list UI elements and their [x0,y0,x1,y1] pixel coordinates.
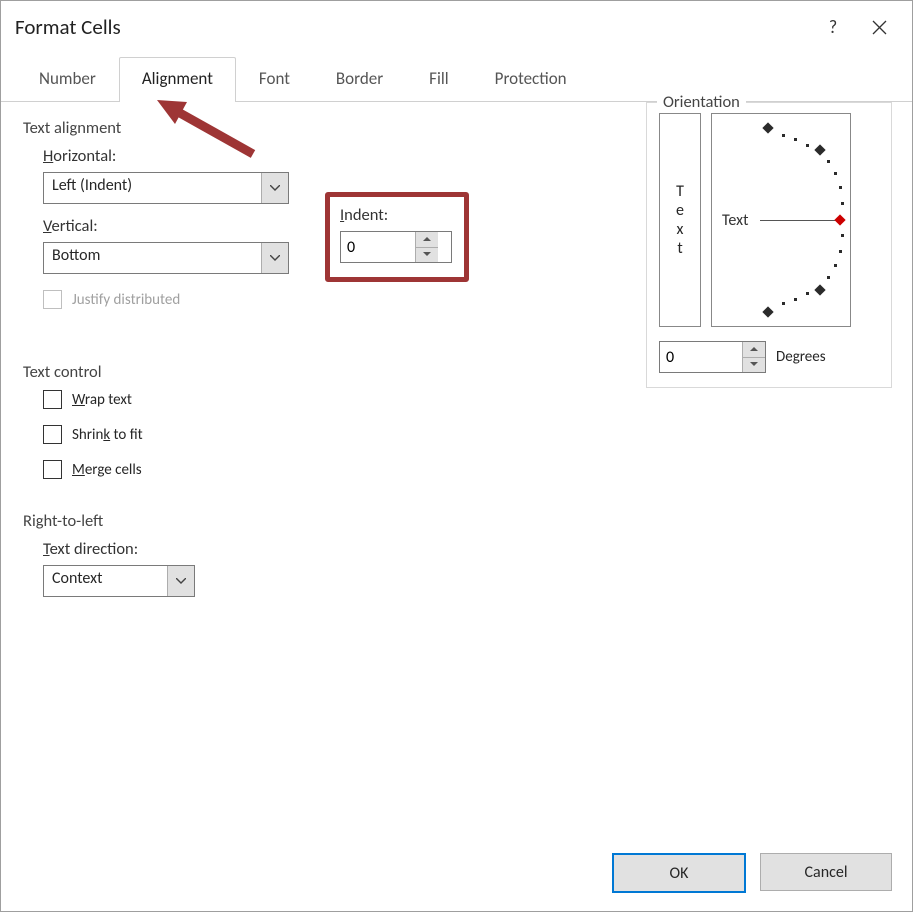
text-direction-combo[interactable]: Context [43,565,195,597]
indent-spinner[interactable] [340,231,452,263]
wrap-text-checkbox[interactable]: Wrap text [43,390,892,409]
chevron-up-icon [423,237,431,242]
chevron-down-icon [167,566,194,596]
dialog-title: Format Cells [15,14,121,40]
checkbox-icon [43,390,62,409]
vertical-combo[interactable]: Bottom [43,242,289,274]
group-label-orientation: Orientation [657,92,746,112]
label-degrees: Degrees [776,348,826,366]
degrees-spinner[interactable] [659,341,766,373]
shrink-to-fit-checkbox[interactable]: Shrink to fit [43,425,892,444]
wrap-text-label: Wrap text [72,391,132,409]
tab-number[interactable]: Number [16,57,119,102]
merge-cells-label: Merge cells [72,461,142,479]
close-button[interactable] [856,4,902,50]
chevron-down-icon [261,243,288,273]
ok-button[interactable]: OK [612,853,746,893]
indent-value[interactable] [341,232,415,262]
merge-cells-checkbox[interactable]: Merge cells [43,460,892,479]
indent-up[interactable] [416,232,438,248]
annotation-arrow [153,94,263,164]
tab-content: Text alignment Horizontal: Left (Indent)… [1,102,912,605]
group-orientation: Orientation T e x t Text [646,102,892,388]
label-text-direction: Text direction: [43,539,892,559]
horizontal-combo[interactable]: Left (Indent) [43,172,289,204]
angle-text-label: Text [722,211,748,230]
group-right-to-left: Right-to-left Text direction: Context [23,511,892,605]
group-label-rtl: Right-to-left [23,511,111,531]
close-icon [872,20,887,35]
justify-distributed-label: Justify distributed [72,291,180,309]
checkbox-icon [43,290,62,309]
dialog-footer: OK Cancel [612,853,892,893]
titlebar: Format Cells ? [1,1,912,53]
angle-current-marker [834,214,845,225]
annotation-highlight-box: Indent: [325,192,469,282]
help-button[interactable]: ? [810,4,856,50]
help-icon: ? [829,16,837,38]
tab-protection[interactable]: Protection [472,57,590,102]
text-direction-value: Context [44,566,167,596]
horizontal-value: Left (Indent) [44,173,261,203]
group-label-text-alignment: Text alignment [23,118,129,138]
degrees-down[interactable] [743,358,765,373]
cancel-button[interactable]: Cancel [760,853,892,891]
orientation-vertical-text[interactable]: T e x t [659,113,701,327]
tab-border[interactable]: Border [313,57,406,102]
chevron-down-icon [750,362,758,367]
orientation-angle-picker[interactable]: Text [711,113,851,327]
vertical-value: Bottom [44,243,261,273]
degrees-up[interactable] [743,342,765,358]
checkbox-icon [43,425,62,444]
chevron-up-icon [750,347,758,352]
tab-strip: Number Alignment Font Border Fill Protec… [1,57,912,102]
chevron-down-icon [261,173,288,203]
format-cells-dialog: Format Cells ? Number Alignment Font Bor… [0,0,913,912]
checkbox-icon [43,460,62,479]
group-label-text-control: Text control [23,362,110,382]
tab-fill[interactable]: Fill [406,57,472,102]
chevron-down-icon [423,252,431,257]
label-indent: Indent: [340,205,452,225]
shrink-to-fit-label: Shrink to fit [72,426,143,444]
degrees-value[interactable] [660,342,742,372]
indent-down[interactable] [416,248,438,263]
